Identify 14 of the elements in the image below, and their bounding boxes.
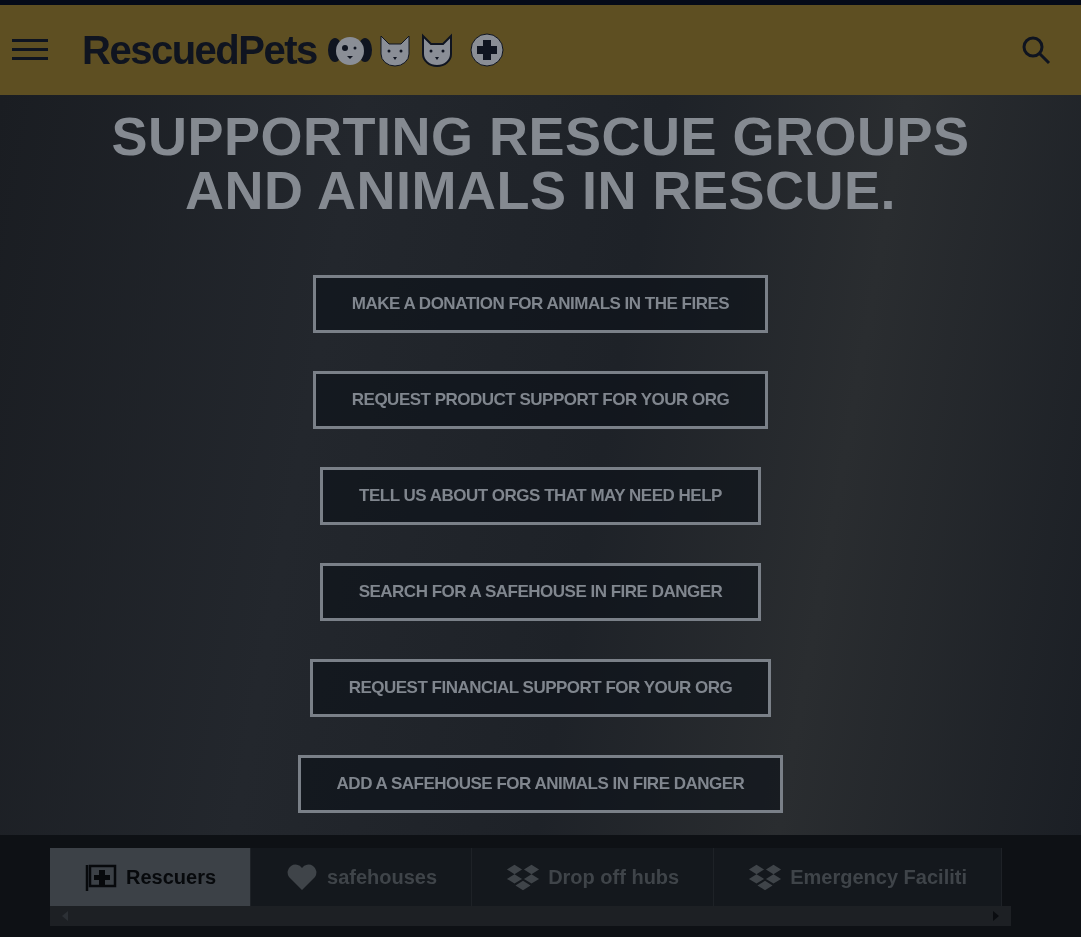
- medical-flag-icon: [84, 863, 118, 891]
- boxes-icon: [506, 863, 541, 891]
- outline-button[interactable]: TELL US ABOUT ORGS THAT MAY NEED HELP: [320, 467, 761, 525]
- outline-button[interactable]: SEARCH FOR A SAFEHOUSE IN FIRE DANGER: [319, 563, 762, 621]
- outline-button[interactable]: REQUEST FINANCIAL SUPPORT FOR YOUR ORG: [309, 659, 772, 717]
- outline-button[interactable]: REQUEST PRODUCT SUPPORT FOR YOUR ORG: [312, 371, 769, 429]
- menu-icon[interactable]: [12, 38, 48, 62]
- search-icon[interactable]: [1021, 35, 1051, 65]
- hero-title: SUPPORTING RESCUE GROUPS AND ANIMALS IN RESCUE.: [111, 109, 970, 217]
- outline-button[interactable]: ADD A SAFEHOUSE FOR ANIMALS IN FIRE DANGER: [297, 755, 784, 813]
- boxes-icon: [748, 863, 783, 891]
- horizontal-scrollbar[interactable]: [50, 906, 1011, 926]
- outline-button[interactable]: MAKE A DONATION FOR ANIMALS IN THE FIRES: [312, 275, 769, 333]
- pet-faces-icon: [326, 32, 507, 68]
